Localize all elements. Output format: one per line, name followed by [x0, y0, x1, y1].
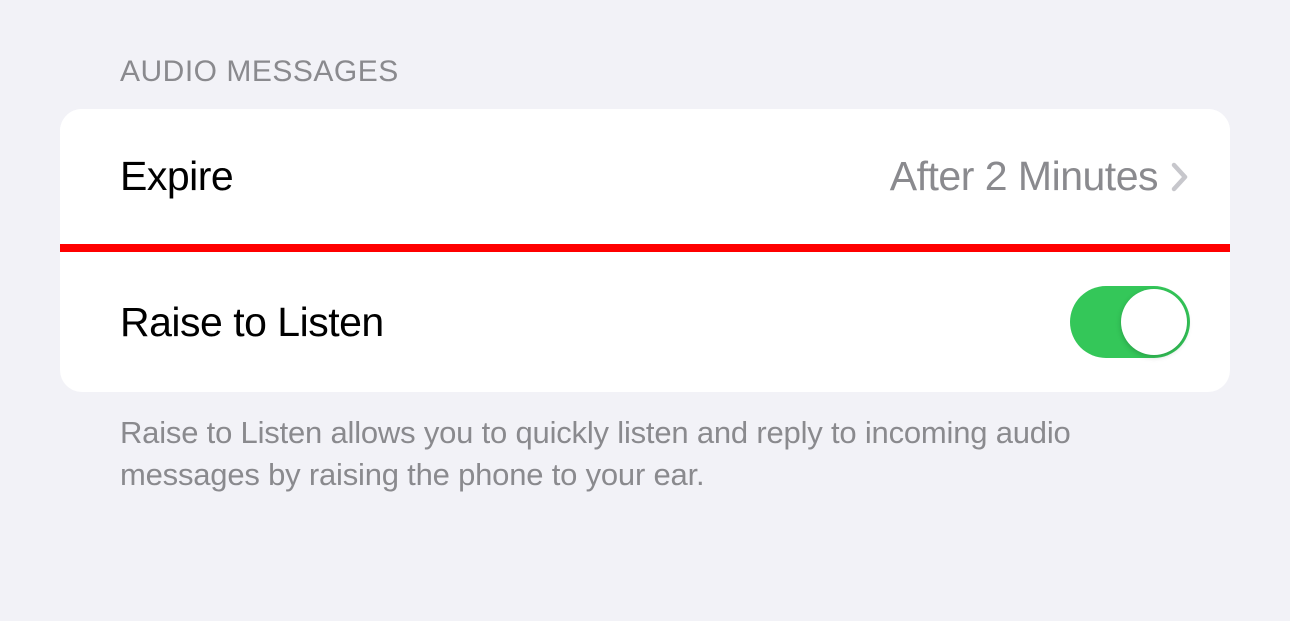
expire-row-highlight: Expire After 2 Minutes: [60, 109, 1230, 252]
chevron-right-icon: [1170, 159, 1190, 194]
section-header: AUDIO MESSAGES: [60, 55, 1230, 109]
toggle-knob: [1121, 289, 1187, 355]
expire-row-right: After 2 Minutes: [890, 153, 1190, 200]
raise-to-listen-label: Raise to Listen: [120, 299, 384, 346]
audio-messages-section: AUDIO MESSAGES Expire After 2 Minutes Ra…: [0, 0, 1290, 496]
settings-group: Expire After 2 Minutes Raise to Listen: [60, 109, 1230, 392]
expire-label: Expire: [120, 153, 233, 200]
raise-to-listen-toggle[interactable]: [1070, 286, 1190, 358]
expire-row[interactable]: Expire After 2 Minutes: [60, 109, 1230, 244]
expire-value: After 2 Minutes: [890, 153, 1158, 200]
section-footer: Raise to Listen allows you to quickly li…: [60, 392, 1230, 496]
raise-to-listen-row: Raise to Listen: [60, 252, 1230, 392]
